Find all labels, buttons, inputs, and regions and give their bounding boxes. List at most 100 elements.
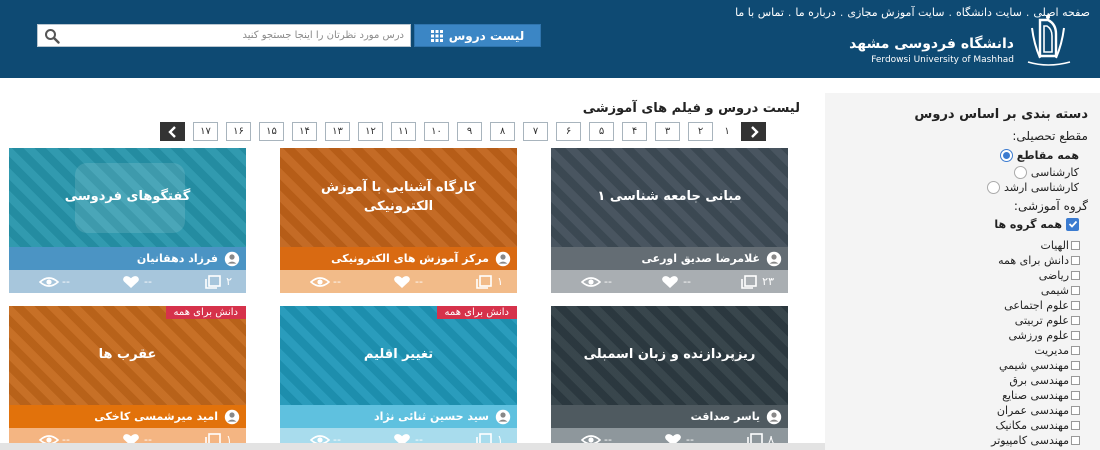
checkbox-unchecked-icon[interactable]: [1071, 346, 1080, 355]
views-stat[interactable]: --: [39, 275, 70, 289]
views-icon: [310, 276, 330, 287]
pagination-next-button[interactable]: [160, 122, 185, 141]
search-input[interactable]: [74, 27, 404, 44]
episodes-stat[interactable]: ۲: [203, 274, 232, 289]
checkbox-unchecked-icon[interactable]: [1071, 376, 1080, 385]
checkbox-unchecked-icon[interactable]: [1071, 301, 1080, 310]
course-list-button[interactable]: لیست دروس: [414, 24, 541, 47]
page-3[interactable]: ۳: [655, 122, 680, 141]
group-option[interactable]: مهندسي شيمي: [920, 358, 1080, 373]
nav-link-about[interactable]: درباره ما: [795, 6, 835, 19]
group-option[interactable]: شیمی: [920, 283, 1080, 298]
course-title[interactable]: مبانی جامعه شناسی ۱: [587, 188, 751, 206]
likes-stat[interactable]: --: [392, 275, 423, 289]
checkbox-unchecked-icon[interactable]: [1071, 391, 1080, 400]
course-thumbnail[interactable]: کارگاه آشنایی با آموزش الکترونیکی: [280, 148, 517, 247]
course-title[interactable]: تغییر اقلیم: [354, 346, 443, 364]
page-8[interactable]: ۸: [490, 122, 515, 141]
views-stat[interactable]: --: [310, 275, 341, 289]
level-option-master[interactable]: کارشناسی ارشد: [986, 179, 1079, 195]
group-option[interactable]: علوم اجتماعی: [920, 298, 1080, 313]
level-label: مقطع تحصیلی:: [1012, 129, 1088, 143]
group-option[interactable]: مهندسی مکانیک: [920, 418, 1080, 433]
nav-link-contact[interactable]: تماس با ما: [735, 6, 784, 19]
episodes-stat[interactable]: ۱: [474, 274, 503, 289]
course-card[interactable]: تغییر اقلیم دانش برای همه سید حسین ثنائی ن…: [280, 306, 517, 450]
radio-unchecked-icon[interactable]: [986, 180, 1000, 194]
group-option-all[interactable]: همه گروه ها: [994, 216, 1079, 232]
group-option[interactable]: مهندسی کامپیوتر: [920, 433, 1080, 448]
group-option[interactable]: مدیریت: [920, 343, 1080, 358]
course-teacher[interactable]: مرکز آموزش های الکترونیکی: [280, 247, 517, 270]
checkbox-checked-icon[interactable]: [1066, 217, 1079, 231]
page-14[interactable]: ۱۴: [292, 122, 317, 141]
group-option[interactable]: علوم تربیتی: [920, 313, 1080, 328]
course-card[interactable]: ریزپردازنده و زبان اسمبلی یاسر صداقت -- -- ۸: [551, 306, 788, 450]
course-badge: دانش برای همه: [436, 306, 517, 319]
course-card[interactable]: گفتگوهای فردوسی فرزاد دهقانیان -- -- ۲: [9, 148, 246, 293]
page-5[interactable]: ۵: [589, 122, 614, 141]
checkbox-unchecked-icon[interactable]: [1071, 331, 1080, 340]
course-thumbnail[interactable]: عقرب ها دانش برای همه: [9, 306, 246, 405]
university-logo[interactable]: دانشگاه فردوسی مشهد Ferdowsi University …: [838, 14, 1078, 68]
course-thumbnail[interactable]: مبانی جامعه شناسی ۱: [551, 148, 788, 247]
radio-unchecked-icon[interactable]: [1013, 165, 1027, 179]
checkbox-unchecked-icon[interactable]: [1071, 316, 1080, 325]
page-6[interactable]: ۶: [556, 122, 581, 141]
level-option-bachelor[interactable]: کارشناسی: [1013, 164, 1079, 180]
course-teacher[interactable]: فرزاد دهقانیان: [9, 247, 246, 270]
checkbox-unchecked-icon[interactable]: [1071, 241, 1080, 250]
page-7[interactable]: ۷: [523, 122, 548, 141]
pagination: ۱۷ ۱۶ ۱۵ ۱۴ ۱۳ ۱۲ ۱۱ ۱۰ ۹ ۸ ۷ ۶ ۵ ۴ ۳ ۲ …: [160, 122, 766, 141]
course-card[interactable]: عقرب ها دانش برای همه امید میرشمسی کاخکی --…: [9, 306, 246, 450]
course-title[interactable]: گفتگوهای فردوسی: [55, 188, 201, 206]
course-card[interactable]: مبانی جامعه شناسی ۱ غلامرضا صدیق اورعی -- -…: [551, 148, 788, 293]
level-option-all[interactable]: همه مقاطع: [999, 147, 1079, 163]
views-stat[interactable]: --: [581, 275, 612, 289]
course-thumbnail[interactable]: تغییر اقلیم دانش برای همه: [280, 306, 517, 405]
page-12[interactable]: ۱۲: [358, 122, 383, 141]
checkbox-unchecked-icon[interactable]: [1071, 361, 1080, 370]
horizontal-scrollbar[interactable]: [0, 443, 825, 450]
page-16[interactable]: ۱۶: [226, 122, 251, 141]
likes-stat[interactable]: --: [660, 275, 691, 289]
course-title[interactable]: ریزپردازنده و زبان اسمبلی: [574, 346, 766, 364]
page-11[interactable]: ۱۱: [391, 122, 416, 141]
course-teacher[interactable]: غلامرضا صدیق اورعی: [551, 247, 788, 270]
checkbox-unchecked-icon[interactable]: [1071, 406, 1080, 415]
course-title[interactable]: عقرب ها: [89, 346, 167, 364]
episodes-stat[interactable]: ۲۳: [739, 274, 774, 289]
group-option[interactable]: الهیات: [920, 238, 1080, 253]
likes-count: --: [415, 275, 423, 288]
group-option[interactable]: علوم ورزشی: [920, 328, 1080, 343]
group-option[interactable]: مهندسی صنایع: [920, 388, 1080, 403]
course-card[interactable]: کارگاه آشنایی با آموزش الکترونیکی مرکز آم…: [280, 148, 517, 293]
filter-sidebar: دسته بندی بر اساس دروس مقطع تحصیلی: همه …: [825, 93, 1100, 450]
search-icon[interactable]: [44, 28, 60, 44]
page-10[interactable]: ۱۰: [424, 122, 449, 141]
group-option[interactable]: دانش برای همه: [920, 253, 1080, 268]
course-teacher[interactable]: یاسر صداقت: [551, 405, 788, 428]
course-title[interactable]: کارگاه آشنایی با آموزش الکترونیکی: [280, 179, 517, 215]
course-teacher[interactable]: امید میرشمسی کاخکی: [9, 405, 246, 428]
checkbox-unchecked-icon[interactable]: [1071, 421, 1080, 430]
group-option[interactable]: مهندسی برق: [920, 373, 1080, 388]
radio-checked-icon[interactable]: [999, 148, 1013, 162]
checkbox-unchecked-icon[interactable]: [1071, 256, 1080, 265]
likes-stat[interactable]: --: [121, 275, 152, 289]
page-4[interactable]: ۴: [622, 122, 647, 141]
page-15[interactable]: ۱۵: [259, 122, 284, 141]
pagination-prev-button[interactable]: [741, 122, 766, 141]
course-teacher[interactable]: سید حسین ثنائی نژاد: [280, 405, 517, 428]
page-13[interactable]: ۱۳: [325, 122, 350, 141]
page-17[interactable]: ۱۷: [193, 122, 218, 141]
group-option[interactable]: مهندسی عمران: [920, 403, 1080, 418]
page-2[interactable]: ۲: [688, 122, 713, 141]
checkbox-unchecked-icon[interactable]: [1071, 271, 1080, 280]
checkbox-unchecked-icon[interactable]: [1071, 436, 1080, 445]
group-option[interactable]: ریاضی: [920, 268, 1080, 283]
course-thumbnail[interactable]: گفتگوهای فردوسی: [9, 148, 246, 247]
course-thumbnail[interactable]: ریزپردازنده و زبان اسمبلی: [551, 306, 788, 405]
checkbox-unchecked-icon[interactable]: [1071, 286, 1080, 295]
page-9[interactable]: ۹: [457, 122, 482, 141]
